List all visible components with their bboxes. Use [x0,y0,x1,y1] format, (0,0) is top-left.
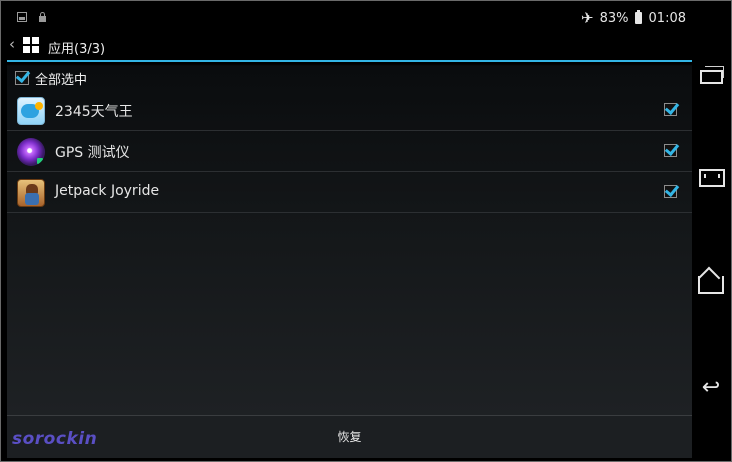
action-bar-divider [7,60,692,62]
navigation-bar: ↩ [692,6,729,458]
watermark: sorockin [12,429,98,449]
up-navigation-icon[interactable]: ‹ [9,35,15,53]
recent-apps-icon[interactable] [696,64,726,88]
bottom-bar: 恢复 [7,415,692,458]
app-checkbox[interactable] [664,185,677,198]
list-item[interactable]: GPS 测试仪 [7,131,692,172]
battery-icon [634,10,642,24]
action-bar: ‹ 应用(3/3) [7,30,692,60]
app-name: GPS 测试仪 [55,145,130,161]
app-name: Jetpack Joyride [55,183,160,199]
lock-icon [39,11,46,22]
weather-app-icon [17,97,45,125]
app-screen: ✈ 83% 01:08 ‹ 应用(3/3) 全部选中 2345天气王 GPS 测… [7,6,692,458]
grid-icon[interactable] [23,37,39,53]
page-title: 应用(3/3) [48,42,106,57]
app-name: 2345天气王 [55,104,133,120]
restore-button[interactable]: 恢复 [307,416,392,458]
status-right: ✈ 83% 01:08 [581,9,686,27]
clock: 01:08 [648,10,686,26]
gps-test-app-icon [17,138,45,166]
airplane-icon: ✈ [581,9,594,27]
jetpack-joyride-app-icon [17,179,45,207]
fullscreen-icon[interactable] [696,166,726,190]
status-left-icons [17,11,46,22]
device-frame: ✈ 83% 01:08 ‹ 应用(3/3) 全部选中 2345天气王 GPS 测… [0,0,732,462]
status-bar: ✈ 83% 01:08 [7,6,692,30]
app-checkbox[interactable] [664,103,677,116]
app-checkbox[interactable] [664,144,677,157]
image-icon [17,12,27,22]
list-item[interactable]: Jetpack Joyride [7,172,692,213]
list-item[interactable]: 2345天气王 [7,90,692,131]
select-all-row[interactable]: 全部选中 [15,68,87,88]
back-icon[interactable]: ↩ [696,376,726,400]
select-all-checkbox[interactable] [15,71,29,85]
select-all-label: 全部选中 [35,72,88,88]
app-list: 2345天气王 GPS 测试仪 Jetpack Joyride [7,90,692,213]
battery-percent: 83% [599,10,629,26]
home-icon[interactable] [696,274,726,298]
